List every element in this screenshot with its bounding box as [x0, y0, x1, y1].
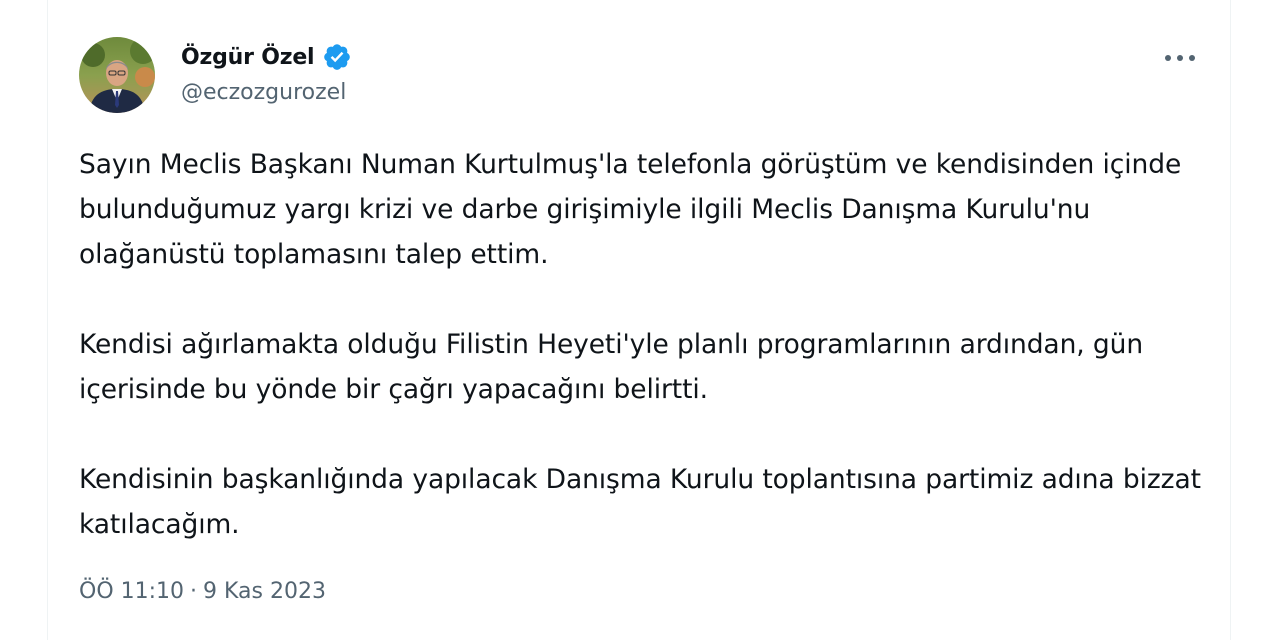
tweet-timestamp: ÖÖ 11:10 · 9 Kas 2023: [79, 579, 326, 604]
more-options-button[interactable]: [1160, 40, 1200, 76]
more-horizontal-icon: [1165, 55, 1195, 61]
tweet-date-link[interactable]: 9 Kas 2023: [203, 579, 326, 604]
tweet-paragraph: Kendisi ağırlamakta olduğu Filistin Heye…: [79, 329, 1144, 405]
tweet-text: Sayın Meclis Başkanı Numan Kurtulmuş'la …: [79, 142, 1209, 547]
page: Özgür Özel @eczozgurozel Sayın Meclis Ba…: [0, 0, 1280, 640]
author-display-name[interactable]: Özgür Özel: [181, 45, 315, 70]
author-name-row: Özgür Özel: [181, 38, 352, 76]
avatar[interactable]: [79, 37, 155, 113]
author-handle[interactable]: @eczozgurozel: [181, 80, 346, 105]
tweet-paragraph: Kendisinin başkanlığında yapılacak Danış…: [79, 464, 1201, 540]
tweet-paragraph: Sayın Meclis Başkanı Numan Kurtulmuş'la …: [79, 149, 1182, 270]
verified-badge-icon[interactable]: [322, 42, 352, 72]
timestamp-separator: ·: [190, 579, 198, 604]
avatar-image: [79, 37, 155, 113]
tweet-card: Özgür Özel @eczozgurozel Sayın Meclis Ba…: [47, 0, 1231, 640]
tweet-time-link[interactable]: ÖÖ 11:10: [79, 579, 184, 604]
